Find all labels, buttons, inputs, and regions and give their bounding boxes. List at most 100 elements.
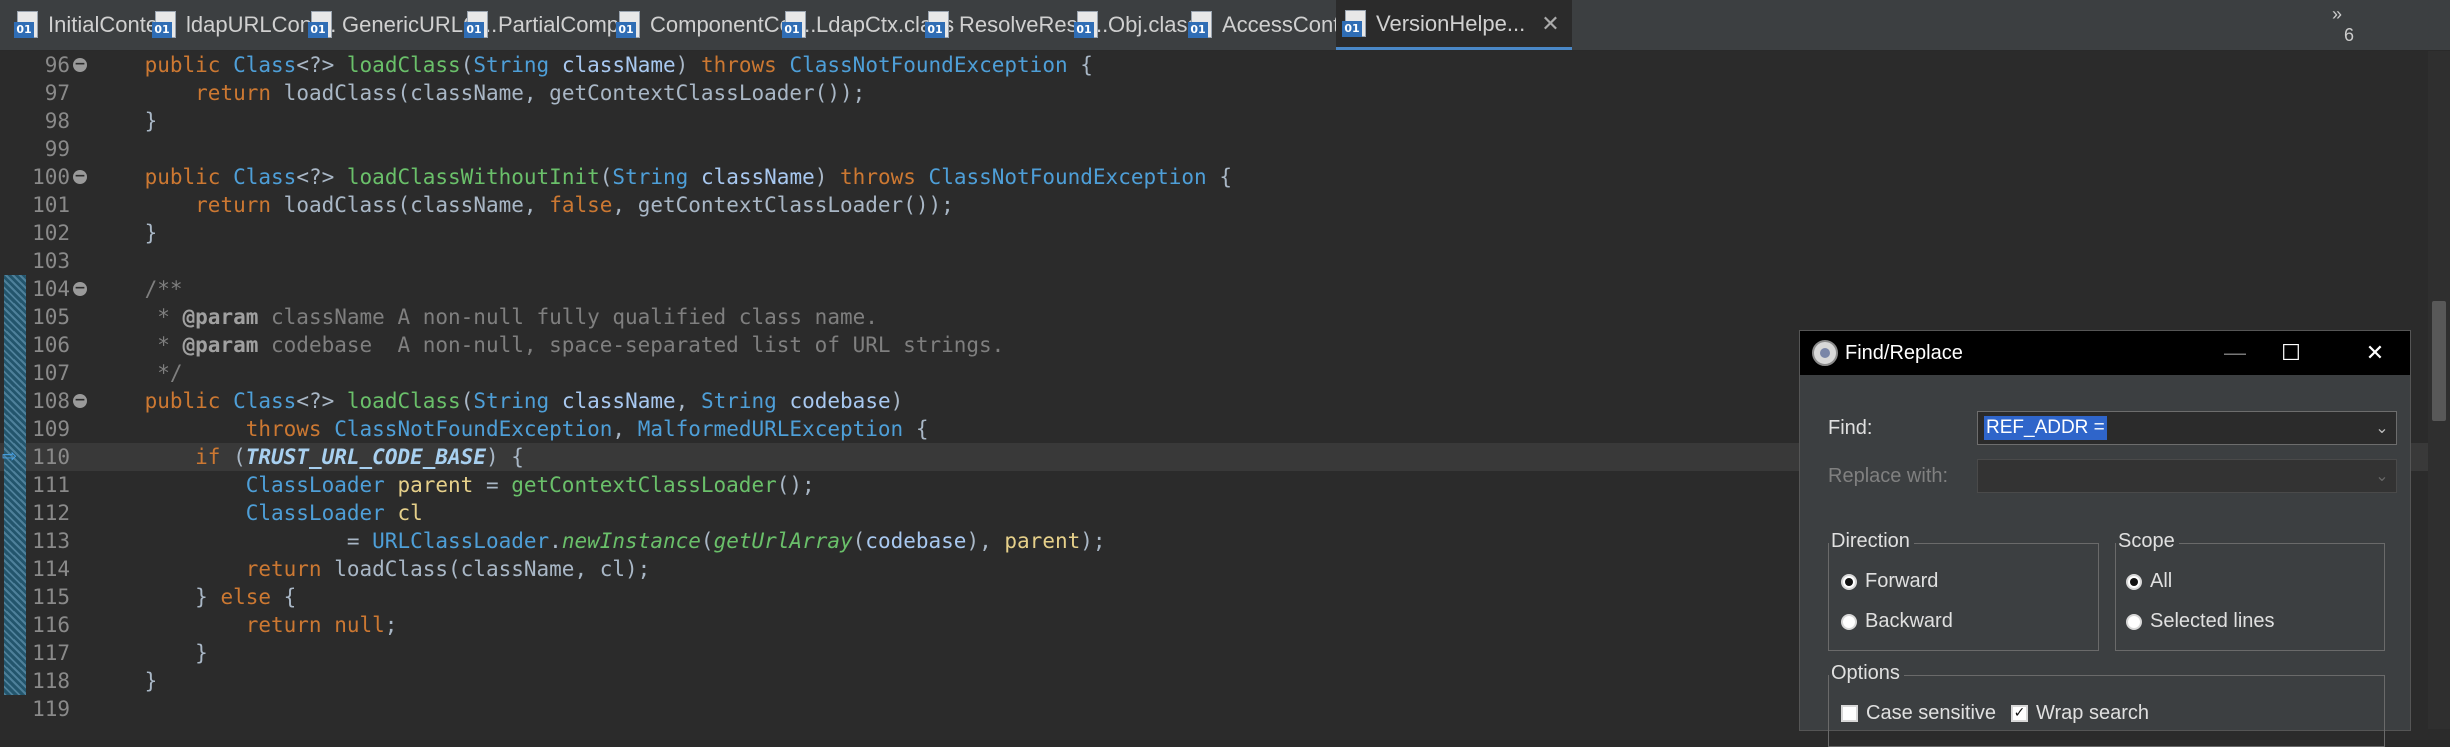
code-token: TRUST_URL_CODE_BASE [245, 445, 486, 469]
vertical-scrollbar[interactable] [2428, 51, 2450, 729]
code-line[interactable]: 99 [0, 135, 2428, 163]
code-token: @param [182, 333, 259, 357]
maximize-icon[interactable]: ☐ [2256, 331, 2326, 375]
dialog-title-bar[interactable]: Find/Replace — ☐ ✕ [1800, 331, 2410, 375]
code-token: String [473, 53, 562, 77]
code-token: { [283, 585, 297, 609]
code-token: { [1067, 53, 1093, 77]
change-marker [4, 527, 26, 555]
line-number: 97 [44, 81, 70, 105]
code-text: } [94, 107, 158, 135]
fold-collapse-icon[interactable]: − [73, 281, 87, 296]
code-token: return [195, 81, 284, 105]
wrap-search-label: Wrap search [2036, 702, 2150, 724]
code-token: Class [233, 389, 297, 413]
code-line[interactable]: 97 return loadClass(className, getContex… [0, 79, 2428, 107]
code-token: , [675, 389, 701, 413]
change-marker [4, 275, 26, 303]
find-input[interactable]: REF_ADDR = ⌄ [1977, 411, 2397, 445]
tab-partialcompositecontext[interactable]: 01 PartialComp... [464, 0, 637, 50]
line-number: 115 [32, 585, 70, 609]
code-line[interactable]: 98 } [0, 107, 2428, 135]
line-number: 104 [32, 277, 70, 301]
code-token: { [1206, 165, 1232, 189]
editor-tab-bar: 01 InitialConte... 01 ldapURLCont... 01 Gen… [0, 0, 2450, 51]
code-token: String [473, 389, 562, 413]
wrap-search-checkbox[interactable]: ✓ Wrap search [2011, 702, 2149, 725]
code-line[interactable]: 96− public Class<?> loadClass(String cla… [0, 51, 2428, 79]
fold-collapse-icon[interactable]: − [73, 57, 87, 72]
code-token: if [195, 445, 234, 469]
code-text: return loadClass(className, cl); [94, 555, 651, 583]
scope-all-radio[interactable]: All [2126, 570, 2172, 593]
case-sensitive-checkbox[interactable]: Case sensitive [1841, 702, 1996, 725]
checkbox-unchecked-icon [1841, 705, 1858, 722]
replace-input[interactable]: ⌄ [1977, 459, 2397, 493]
close-dialog-icon[interactable]: ✕ [2340, 331, 2410, 375]
change-marker [4, 667, 26, 695]
code-token: ) { [485, 445, 524, 469]
find-replace-dialog: Find/Replace — ☐ ✕ Find: REF_ADDR = ⌄ Re… [1799, 330, 2411, 747]
code-token: ( [460, 53, 474, 77]
class-file-icon: 01 [14, 11, 38, 39]
fold-collapse-icon[interactable]: − [73, 169, 87, 184]
code-token: getUrlArray [713, 529, 853, 553]
tab-versionhelper[interactable]: 01 VersionHelpe... ✕ [1336, 0, 1572, 50]
code-token: URLClassLoader [372, 529, 550, 553]
fold-collapse-icon[interactable]: − [73, 393, 87, 408]
code-line[interactable]: 104− /** [0, 275, 2428, 303]
class-file-icon: 01 [1188, 11, 1212, 39]
change-marker [4, 303, 26, 331]
chevron-down-icon[interactable]: ⌄ [2368, 460, 2396, 492]
code-line[interactable]: 105 * @param className A non-null fully … [0, 303, 2428, 331]
close-tab-icon[interactable]: ✕ [1541, 11, 1559, 37]
code-token: , getContextClassLoader()); [612, 193, 954, 217]
class-file-icon: 01 [616, 11, 640, 39]
chevron-double-right-icon: » [2332, 4, 2343, 24]
code-token: ClassNotFoundException [928, 165, 1207, 189]
code-token: codebase A non-null, space-separated lis… [258, 333, 1005, 357]
code-line[interactable]: 100− public Class<?> loadClassWithoutIni… [0, 163, 2428, 191]
code-token: * [94, 305, 183, 329]
change-marker [4, 583, 26, 611]
code-line[interactable]: 101 return loadClass(className, false, g… [0, 191, 2428, 219]
code-token: ( [852, 529, 866, 553]
code-token: } [94, 641, 208, 665]
line-number: 111 [32, 473, 70, 497]
line-number: 116 [32, 613, 70, 637]
tab-overflow-button[interactable]: » 6 [2332, 4, 2354, 46]
code-token: return [195, 193, 284, 217]
code-token: ClassLoader [245, 501, 398, 525]
scrollbar-thumb[interactable] [2432, 301, 2446, 421]
options-group-title: Options [1829, 662, 1904, 685]
change-marker [4, 387, 26, 415]
code-token: public [144, 165, 234, 189]
scope-group: Scope All Selected lines [2115, 530, 2385, 651]
code-token: className [561, 53, 676, 77]
backward-radio[interactable]: Backward [1841, 610, 1953, 633]
code-text: } [94, 639, 208, 667]
code-line[interactable]: 102 } [0, 219, 2428, 247]
line-number: 114 [32, 557, 70, 581]
scope-selected-lines-radio[interactable]: Selected lines [2126, 610, 2275, 633]
debug-current-line-icon: ⇨ [2, 446, 18, 467]
line-number: 102 [32, 221, 70, 245]
class-file-icon: 01 [152, 11, 176, 39]
line-number: 108 [32, 389, 70, 413]
checkbox-checked-icon: ✓ [2011, 705, 2028, 722]
code-line[interactable]: 103 [0, 247, 2428, 275]
forward-radio[interactable]: Forward [1841, 570, 1938, 593]
chevron-down-icon[interactable]: ⌄ [2368, 412, 2396, 444]
code-text: } [94, 667, 158, 695]
tab-obj[interactable]: 01 Obj.class [1074, 0, 1198, 50]
code-token: } [94, 669, 158, 693]
code-token: throws [840, 165, 929, 189]
code-token: <?> [296, 53, 347, 77]
code-token: codebase [789, 389, 891, 413]
